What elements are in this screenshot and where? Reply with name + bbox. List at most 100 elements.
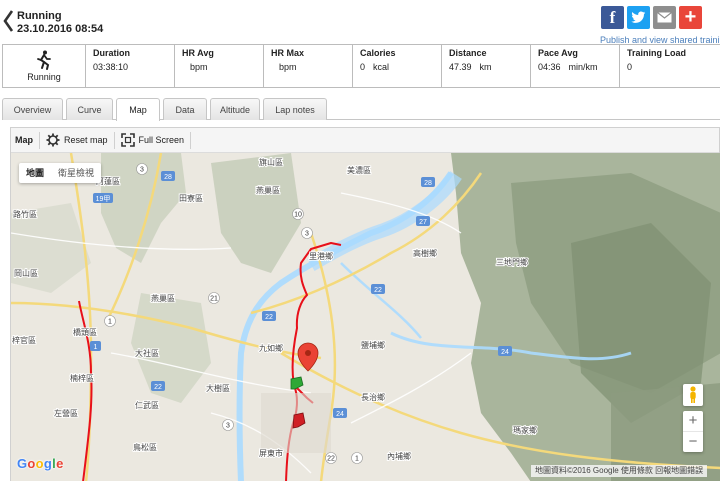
- zoom-control: + −: [683, 411, 703, 452]
- stat-value: 04:36 min/km: [538, 62, 619, 72]
- highway-label-8: 21: [210, 296, 218, 303]
- stat-number: 0: [360, 62, 366, 72]
- highway-label-3: 28: [424, 180, 432, 187]
- map-type-map-button[interactable]: 地圖: [19, 163, 51, 183]
- place-label-5: 路竹區: [13, 209, 37, 219]
- back-chevron-icon[interactable]: [2, 9, 14, 33]
- place-label-4: 美濃區: [347, 165, 371, 175]
- tab-bar: Overview Curve Map Data Altitude Lap not…: [2, 98, 330, 121]
- stat-calories: Calories 0 kcal: [353, 45, 442, 87]
- full-screen-button[interactable]: Full Screen: [115, 128, 191, 153]
- workout-date: 23.10.2016 08:54: [17, 23, 104, 35]
- highway-label-9: 22: [265, 314, 273, 321]
- reset-map-button[interactable]: Reset map: [40, 128, 114, 153]
- running-icon: [37, 50, 51, 70]
- place-label-2: 燕巢區: [256, 185, 280, 195]
- reset-map-label: Reset map: [64, 135, 108, 145]
- stat-unit: kcal: [373, 62, 390, 72]
- map-toolbar-title: Map: [15, 135, 33, 145]
- stat-value: bpm: [182, 62, 263, 72]
- stat-label: Training Load: [627, 48, 687, 58]
- fullscreen-icon: [120, 133, 135, 147]
- place-label-13: 大社區: [135, 348, 159, 358]
- tab-overview[interactable]: Overview: [2, 98, 63, 120]
- stat-number: 0: [627, 62, 633, 72]
- highway-label-13: 24: [501, 349, 509, 356]
- place-label-24: 內埔鄉: [387, 451, 411, 461]
- zoom-in-button[interactable]: +: [683, 411, 703, 431]
- highway-label-17: 1: [355, 456, 359, 463]
- place-label-6: 岡山區: [14, 268, 38, 278]
- highway-label-6: 22: [374, 287, 382, 294]
- highway-label-11: 1: [94, 344, 98, 351]
- zoom-out-button[interactable]: −: [683, 432, 703, 452]
- map-type-control: 地圖 衛星檢視: [19, 163, 102, 183]
- map-panel: Map Reset map Full Screen 28 3 19甲 28 10…: [10, 127, 720, 481]
- place-label-14: 九如鄉: [259, 343, 283, 353]
- stat-label: HR Avg: [182, 48, 214, 58]
- tab-lap-notes[interactable]: Lap notes: [263, 98, 327, 120]
- tab-map[interactable]: Map: [116, 98, 160, 121]
- stat-hr-max: HR Max bpm: [264, 45, 353, 87]
- place-label-15: 鹽埔鄉: [361, 340, 385, 350]
- twitter-icon[interactable]: [627, 6, 650, 29]
- place-label-1: 田寮區: [179, 193, 203, 203]
- stat-distance: Distance 47.39 km: [442, 45, 531, 87]
- stat-label: HR Max: [271, 48, 305, 58]
- tab-altitude[interactable]: Altitude: [210, 98, 260, 120]
- place-label-18: 長治鄉: [361, 392, 385, 402]
- stats-bar: Running Duration 03:38:10 HR Avg bpm HR …: [2, 44, 720, 88]
- place-label-21: 瑪家鄉: [513, 425, 537, 435]
- stat-unit: bpm: [190, 62, 208, 72]
- sport-cell: Running: [3, 45, 86, 87]
- place-label-22: 鳥松區: [133, 442, 157, 452]
- place-label-23: 屏東市: [259, 448, 283, 458]
- map-type-satellite-button[interactable]: 衛星檢視: [51, 163, 101, 183]
- reset-icon: [46, 133, 60, 147]
- place-label-3: 旗山區: [259, 157, 283, 167]
- highway-label-4: 10: [294, 212, 302, 219]
- highway-label-1: 3: [140, 167, 144, 174]
- map-canvas[interactable]: 28 3 19甲 28 10 3 22 27 21 22 1 1 22 24 2…: [11, 153, 720, 481]
- toolbar-divider: [190, 131, 192, 149]
- place-label-16: 楠梓區: [70, 373, 94, 383]
- highway-label-2: 19甲: [96, 195, 111, 203]
- highway-label-0: 28: [164, 174, 172, 181]
- stat-label: Calories: [360, 48, 396, 58]
- highway-label-16: 22: [327, 456, 335, 463]
- stat-training-load: Training Load 0: [620, 45, 715, 87]
- full-screen-label: Full Screen: [138, 135, 185, 145]
- plus-icon[interactable]: +: [679, 6, 702, 29]
- stat-value: 0 kcal: [360, 62, 441, 72]
- share-buttons: f +: [601, 6, 702, 29]
- sport-label: Running: [27, 72, 61, 82]
- stat-label: Duration: [93, 48, 130, 58]
- stat-value: 0: [627, 62, 715, 72]
- email-icon[interactable]: [653, 6, 676, 29]
- workout-title: Running: [17, 10, 62, 22]
- street-view-pegman-icon[interactable]: [683, 384, 703, 406]
- stat-value: 03:38:10: [93, 62, 174, 72]
- stat-label: Distance: [449, 48, 487, 58]
- stat-number: 47.39: [449, 62, 472, 72]
- highway-label-5: 3: [305, 231, 309, 238]
- map-attribution[interactable]: 地圖資料©2016 Google 使用條款 回報地圖錯誤: [531, 465, 708, 477]
- stat-hr-avg: HR Avg bpm: [175, 45, 264, 87]
- place-label-11: 燕巢區: [151, 293, 175, 303]
- highway-label-15: 3: [226, 423, 230, 430]
- stat-unit: min/km: [568, 62, 598, 72]
- tab-data[interactable]: Data: [163, 98, 207, 120]
- stat-value: bpm: [271, 62, 352, 72]
- stat-value: 47.39 km: [449, 62, 530, 72]
- stat-duration: Duration 03:38:10: [86, 45, 175, 87]
- place-label-10: 橋頭區: [73, 327, 97, 337]
- place-label-8: 三地門鄉: [496, 257, 528, 267]
- map-svg[interactable]: 28 3 19甲 28 10 3 22 27 21 22 1 1 22 24 2…: [11, 153, 720, 481]
- stat-unit: bpm: [279, 62, 297, 72]
- stat-pace-avg: Pace Avg 04:36 min/km: [531, 45, 620, 87]
- place-label-20: 仁武區: [135, 400, 159, 410]
- facebook-icon[interactable]: f: [601, 6, 624, 29]
- place-label-9: 里港鄉: [309, 251, 333, 261]
- tab-curve[interactable]: Curve: [66, 98, 113, 120]
- stat-number: 04:36: [538, 62, 561, 72]
